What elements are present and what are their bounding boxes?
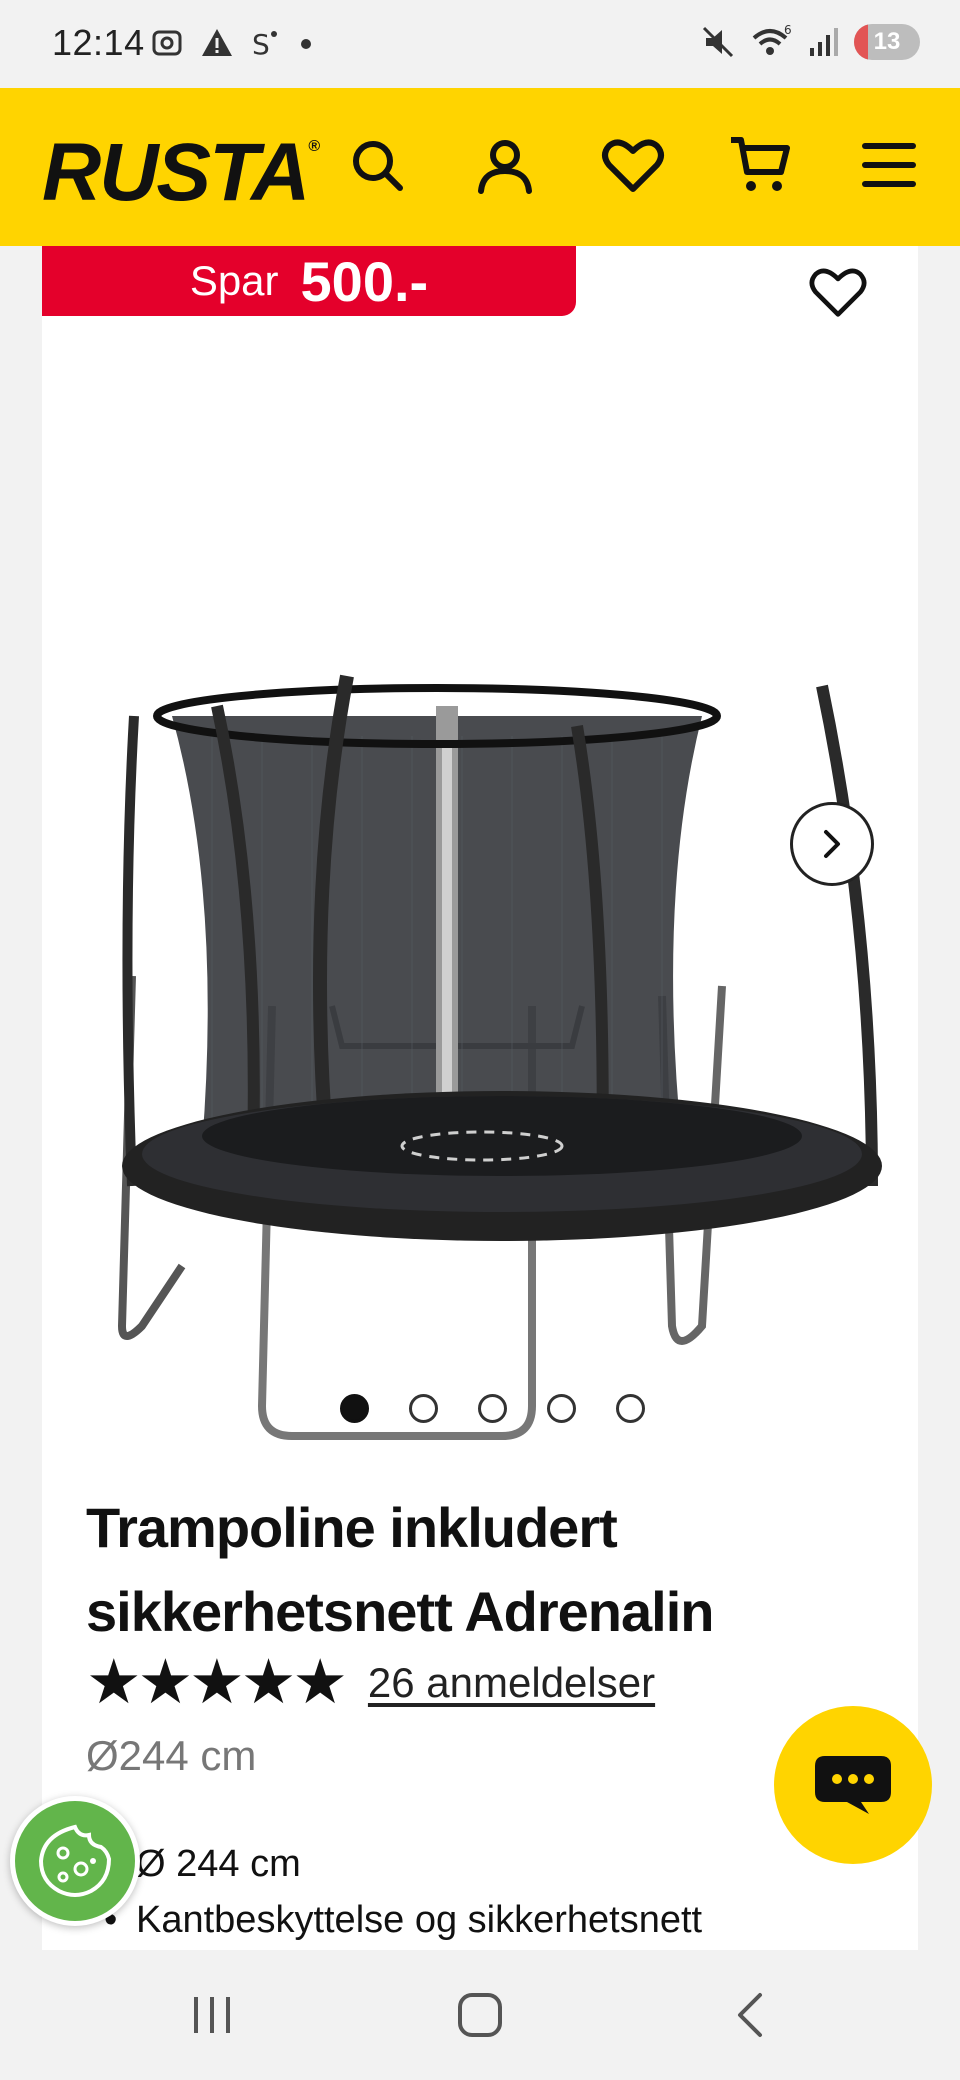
recent-apps-button[interactable] (172, 1980, 252, 2050)
discount-badge: Spar 500.- (42, 246, 576, 316)
menu-icon (862, 143, 916, 187)
battery-level: 13 (873, 28, 901, 55)
account-button[interactable] (470, 130, 540, 200)
signal-icon (810, 28, 838, 56)
warning-icon (202, 29, 232, 56)
cart-button[interactable] (726, 130, 796, 200)
reviews-link[interactable]: 26 anmeldelser (368, 1659, 655, 1707)
status-time: 12:14 (52, 22, 145, 63)
status-bar: 12:14 S 6 13 (0, 0, 960, 88)
chat-bubble-icon (815, 1756, 891, 1814)
heart-icon (602, 139, 664, 192)
carousel-dot[interactable] (408, 1394, 438, 1423)
wifi-icon: 6 (752, 24, 792, 55)
screenshot-icon (152, 30, 182, 56)
search-button[interactable] (342, 130, 412, 200)
user-icon (478, 140, 532, 194)
back-button[interactable] (710, 1980, 790, 2050)
carousel-dot[interactable] (339, 1394, 369, 1423)
product-features: Ø 244 cm Kantbeskyttelse og sikkerhetsne… (104, 1836, 702, 1948)
recent-apps-icon (194, 1997, 230, 2033)
rusta-logo[interactable]: RUSTA® (42, 126, 320, 220)
cart-icon (731, 137, 790, 191)
carousel-indicators (42, 1394, 918, 1423)
product-size: Ø244 cm (86, 1732, 257, 1779)
wifi-label: 6 (784, 24, 792, 37)
badge-amount: 500.- (300, 249, 429, 313)
logo-text: RUSTA (42, 127, 310, 218)
logo-mark: ® (308, 138, 320, 155)
chat-button[interactable] (774, 1706, 932, 1864)
rating-stars: ★★★★★ (86, 1648, 348, 1717)
carousel-next-button[interactable] (790, 802, 874, 886)
system-nav-bar (0, 1950, 960, 2080)
product-title: Trampoline inkludert sikkerhetsnett Adre… (86, 1496, 714, 1643)
battery-indicator: 13 (854, 24, 920, 60)
s-icon: S (252, 28, 277, 60)
carousel-dot[interactable] (477, 1394, 507, 1423)
feature-item: Ø 244 cm (104, 1836, 702, 1892)
product-card: Spar 500.- Trampoline inkludert sikkerhe… (42, 246, 918, 1950)
cookie-icon (38, 1824, 112, 1897)
svg-text:S: S (252, 28, 270, 60)
status-left-icons: S (150, 26, 316, 60)
carousel-dot[interactable] (546, 1394, 576, 1423)
product-rating: ★★★★★ 26 anmeldelser (86, 1652, 655, 1714)
badge-prefix: Spar (189, 257, 279, 304)
feature-item: Kantbeskyttelse og sikkerhetsnett (104, 1892, 702, 1948)
status-right-icons: 6 13 (700, 24, 920, 60)
dot-icon (301, 39, 311, 49)
home-icon (458, 1993, 502, 2037)
add-to-wishlist-button[interactable] (802, 256, 874, 328)
mute-icon (702, 26, 734, 58)
heart-outline-icon (809, 268, 867, 317)
menu-button[interactable] (854, 130, 924, 200)
product-image[interactable] (102, 446, 892, 1506)
back-icon (738, 1993, 762, 2037)
cookie-settings-button[interactable] (10, 1796, 140, 1926)
wishlist-button[interactable] (598, 130, 668, 200)
home-button[interactable] (440, 1980, 520, 2050)
search-icon (353, 141, 403, 191)
carousel-dot[interactable] (615, 1394, 645, 1423)
chevron-right-icon (824, 830, 840, 858)
site-header: RUSTA® (0, 88, 960, 246)
